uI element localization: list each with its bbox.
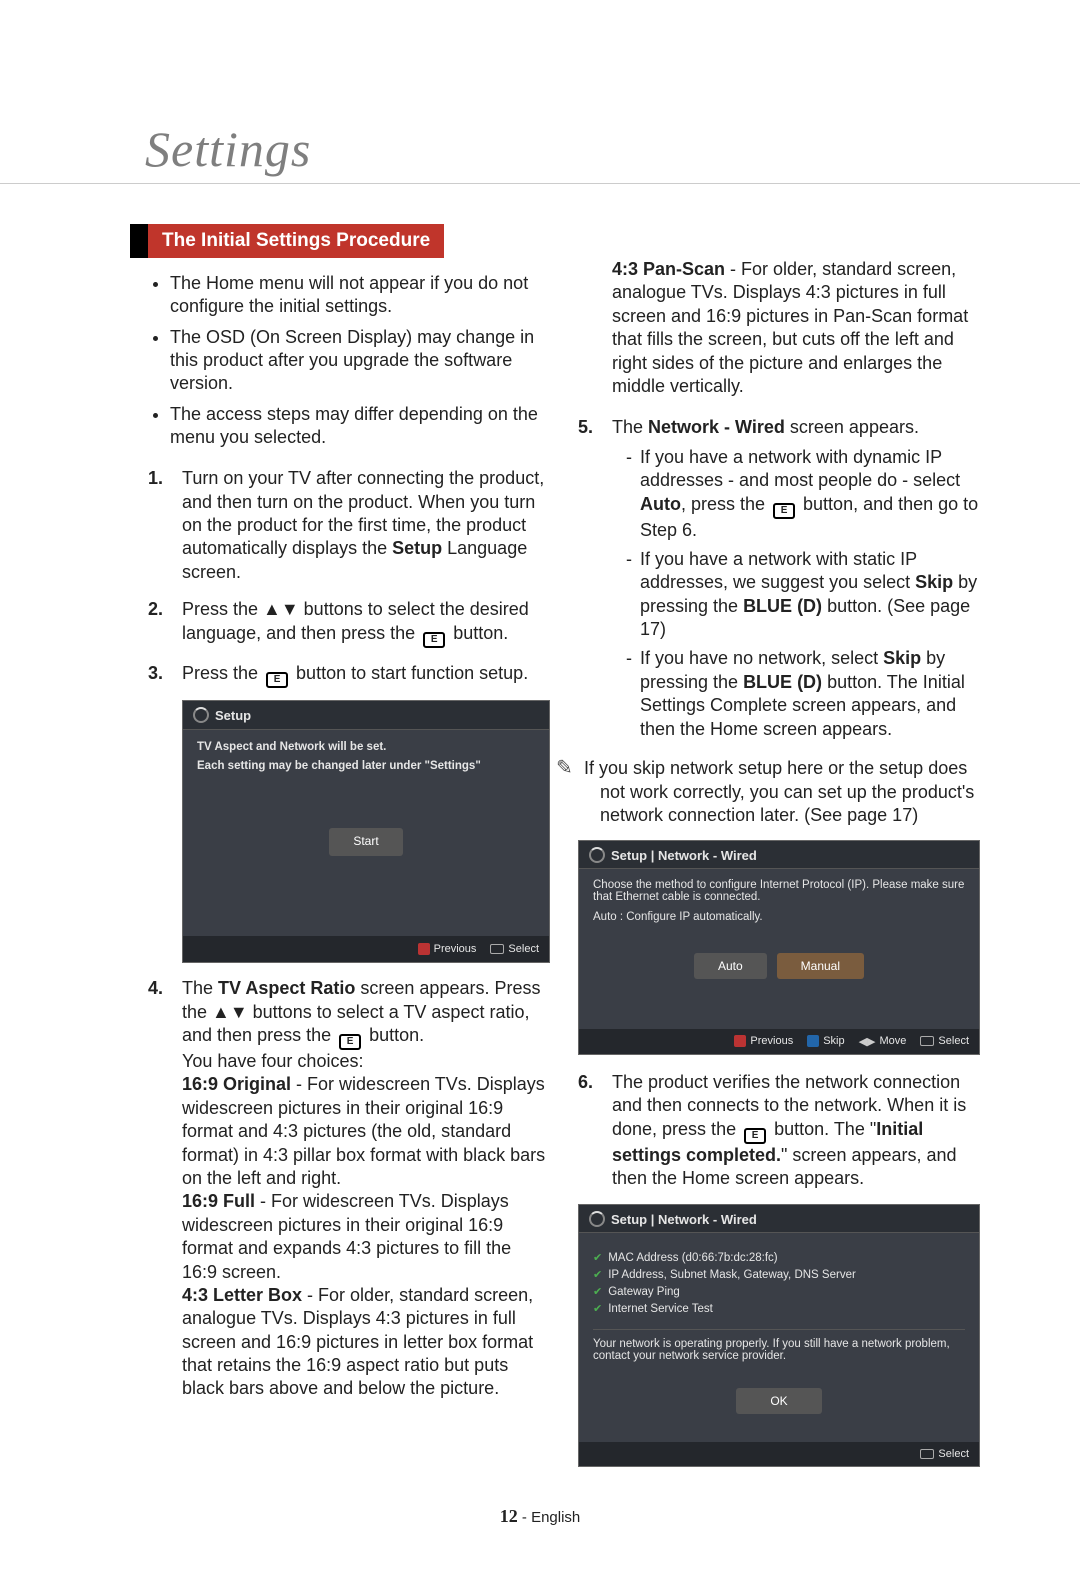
enter-icon: E bbox=[423, 632, 445, 648]
osd-text: Auto : Configure IP automatically. bbox=[593, 911, 965, 923]
bold-term: BLUE (D) bbox=[743, 672, 822, 692]
step-text: If you have no network, select bbox=[640, 648, 883, 668]
osd-title: Setup bbox=[215, 708, 251, 723]
option-title: 16:9 Full bbox=[182, 1191, 255, 1211]
page-language: - English bbox=[518, 1509, 581, 1526]
note-text: If you skip network setup here or the se… bbox=[584, 758, 974, 825]
note-item: The OSD (On Screen Display) may change i… bbox=[170, 326, 550, 395]
step-item: Press the E button to start function set… bbox=[148, 662, 550, 964]
step-item: The Network - Wired screen appears. If y… bbox=[578, 416, 980, 741]
note-item: The access steps may differ depending on… bbox=[170, 403, 550, 449]
osd-text: Choose the method to configure Internet … bbox=[593, 879, 965, 903]
right-column: 4:3 Pan-Scan - For older, standard scree… bbox=[578, 258, 980, 1467]
hint-select: Select bbox=[490, 942, 539, 956]
check-icon: ✔ bbox=[593, 1269, 602, 1281]
option-title: 4:3 Pan-Scan bbox=[612, 259, 725, 279]
check-item: ✔IP Address, Subnet Mask, Gateway, DNS S… bbox=[593, 1268, 965, 1281]
step-text: screen appears. bbox=[785, 417, 919, 437]
enter-icon: E bbox=[744, 1128, 766, 1144]
substep-item: If you have no network, select Skip by p… bbox=[626, 647, 980, 741]
section-heading: The Initial Settings Procedure bbox=[148, 224, 444, 258]
option-title: 4:3 Letter Box bbox=[182, 1285, 302, 1305]
check-icon: ✔ bbox=[593, 1286, 602, 1298]
manual-button[interactable]: Manual bbox=[777, 953, 864, 979]
left-column: The Home menu will not appear if you do … bbox=[148, 258, 550, 1467]
option-title: 16:9 Original bbox=[182, 1074, 291, 1094]
enter-icon: E bbox=[773, 503, 795, 519]
step-text: , press the bbox=[681, 494, 770, 514]
hint-previous: Previous bbox=[418, 942, 477, 956]
substep-item: If you have a network with dynamic IP ad… bbox=[626, 446, 980, 542]
osd-text: Each setting may be changed later under … bbox=[197, 759, 535, 774]
osd-text: TV Aspect and Network will be set. bbox=[197, 740, 535, 755]
auto-button[interactable]: Auto bbox=[694, 953, 767, 979]
step-text: If you have a network with static IP add… bbox=[640, 549, 917, 592]
step-text: If you have a network with dynamic IP ad… bbox=[640, 447, 960, 490]
step-item: The TV Aspect Ratio screen appears. Pres… bbox=[148, 977, 550, 1401]
step-item: Turn on your TV after connecting the pro… bbox=[148, 467, 550, 584]
osd-network-status-box: Setup | Network - Wired ✔MAC Address (d0… bbox=[578, 1204, 980, 1467]
hint-select: Select bbox=[920, 1035, 969, 1047]
check-item: ✔Internet Service Test bbox=[593, 1302, 965, 1315]
bold-term: Network - Wired bbox=[648, 417, 785, 437]
bold-term: TV Aspect Ratio bbox=[218, 978, 355, 998]
hint-skip: Skip bbox=[807, 1035, 844, 1047]
bold-term: Skip bbox=[915, 572, 953, 592]
step-text: The bbox=[182, 978, 218, 998]
step-text: button to start function setup. bbox=[291, 663, 528, 683]
header-rule bbox=[0, 183, 1080, 184]
page-title: Settings bbox=[145, 120, 1080, 178]
ok-button[interactable]: OK bbox=[736, 1388, 821, 1414]
osd-setup-box: Setup TV Aspect and Network will be set.… bbox=[182, 700, 550, 964]
osd-title: Setup | Network - Wired bbox=[611, 848, 757, 863]
step-text: The bbox=[612, 417, 648, 437]
note-item: The Home menu will not appear if you do … bbox=[170, 272, 550, 318]
page-footer: 12 - English bbox=[0, 1506, 1080, 1527]
check-item: ✔Gateway Ping bbox=[593, 1285, 965, 1298]
enter-icon: E bbox=[266, 672, 288, 688]
spinner-icon bbox=[589, 847, 605, 863]
check-icon: ✔ bbox=[593, 1303, 602, 1315]
bold-term: BLUE (D) bbox=[743, 596, 822, 616]
bold-term: Auto bbox=[640, 494, 681, 514]
step-text: You have four choices: bbox=[182, 1051, 363, 1071]
option-desc: - For older, standard screen, analogue T… bbox=[612, 259, 968, 396]
enter-icon: E bbox=[339, 1034, 361, 1050]
bold-term: Skip bbox=[883, 648, 921, 668]
footnote: ✎If you skip network setup here or the s… bbox=[578, 755, 980, 828]
step-text: button. The " bbox=[769, 1119, 876, 1139]
osd-text: Your network is operating properly. If y… bbox=[593, 1329, 965, 1362]
step-item: Press the ▲▼ buttons to select the desir… bbox=[148, 598, 550, 647]
step-item: The product verifies the network connect… bbox=[578, 1071, 980, 1191]
check-icon: ✔ bbox=[593, 1252, 602, 1264]
start-button[interactable]: Start bbox=[329, 828, 402, 856]
step-text: Press the bbox=[182, 663, 263, 683]
bold-term: Setup bbox=[392, 538, 442, 558]
page-number: 12 bbox=[500, 1506, 518, 1526]
osd-network-config-box: Setup | Network - Wired Choose the metho… bbox=[578, 840, 980, 1055]
spinner-icon bbox=[193, 707, 209, 723]
osd-title: Setup | Network - Wired bbox=[611, 1212, 757, 1227]
hint-move: ◀▶Move bbox=[859, 1035, 907, 1048]
hint-select: Select bbox=[920, 1448, 969, 1460]
step-text: button. bbox=[364, 1025, 424, 1045]
hint-previous: Previous bbox=[734, 1035, 793, 1047]
check-item: ✔MAC Address (d0:66:7b:dc:28:fc) bbox=[593, 1251, 965, 1264]
step-text: button. bbox=[448, 623, 508, 643]
spinner-icon bbox=[589, 1211, 605, 1227]
substep-item: If you have a network with static IP add… bbox=[626, 548, 980, 642]
